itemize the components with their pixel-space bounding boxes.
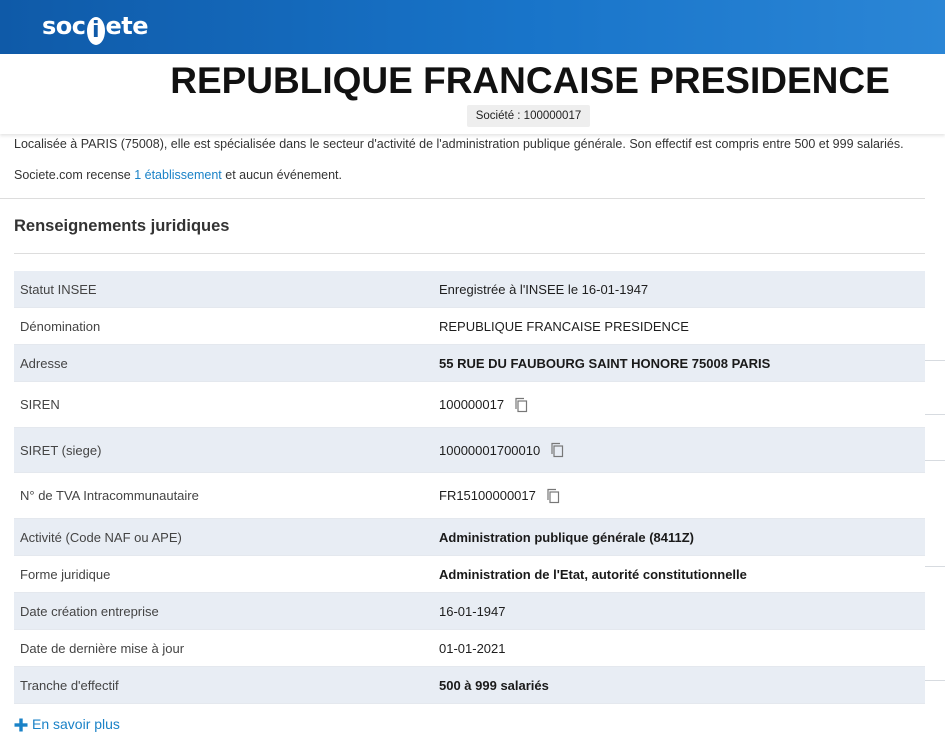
row-label: SIREN xyxy=(20,397,60,412)
edge-divider xyxy=(925,680,945,681)
row-label: Statut INSEE xyxy=(20,281,97,297)
table-row-date-mise-a-jour: Date de dernière mise à jour 01-01-2021 xyxy=(14,630,925,667)
row-label: N° de TVA Intracommunautaire xyxy=(20,488,199,503)
table-row-statut-insee: Statut INSEE Enregistrée à l'INSEE le 16… xyxy=(14,271,925,308)
company-name-title: REPUBLIQUE FRANCAISE PRESIDENCE xyxy=(170,60,890,101)
row-label: Date création entreprise xyxy=(20,603,159,619)
row-value: 55 RUE DU FAUBOURG SAINT HONORE 75008 PA… xyxy=(439,355,771,371)
siren-value: 100000017 xyxy=(439,397,505,412)
table-row-activite: Activité (Code NAF ou APE) Administratio… xyxy=(14,519,925,556)
edge-divider xyxy=(925,566,945,567)
legal-info-table: Statut INSEE Enregistrée à l'INSEE le 16… xyxy=(14,271,925,704)
top-header-bar: soc i ete xyxy=(0,0,945,54)
edge-divider xyxy=(925,460,945,461)
logo-text-part2: ete xyxy=(105,12,149,40)
copy-icon[interactable] xyxy=(550,442,564,458)
row-value: 500 à 999 salariés xyxy=(439,677,549,693)
siren-badge: Société : 100000017 xyxy=(467,105,590,127)
row-value: 01-01-2021 xyxy=(439,640,506,656)
copy-icon[interactable] xyxy=(514,397,528,413)
etablissement-link[interactable]: 1 établissement xyxy=(134,168,222,182)
section-title: Renseignements juridiques xyxy=(14,217,230,235)
row-value: Administration publique générale (8411Z) xyxy=(439,529,694,545)
table-row-siren: SIREN 100000017 xyxy=(14,382,925,428)
intro-summary-prefix: Societe.com recense xyxy=(14,168,135,182)
company-intro: Localisée à PARIS (75008), elle est spéc… xyxy=(14,137,934,182)
row-label: Activité (Code NAF ou APE) xyxy=(20,529,182,545)
en-savoir-plus-link[interactable]: En savoir plus xyxy=(14,715,120,732)
tva-value: FR15100000017 xyxy=(439,488,536,503)
table-row-tranche-effectif: Tranche d'effectif 500 à 999 salariés xyxy=(14,667,925,704)
row-value: 16-01-1947 xyxy=(439,603,506,619)
row-value: Administration de l'Etat, autorité const… xyxy=(439,566,747,582)
intro-description: Localisée à PARIS (75008), elle est spéc… xyxy=(14,137,904,151)
edge-divider xyxy=(925,360,945,361)
table-row-forme-juridique: Forme juridique Administration de l'Etat… xyxy=(14,556,925,593)
row-label: Dénomination xyxy=(20,318,101,334)
row-value-container: 10000001700010 xyxy=(439,442,564,458)
row-value: Enregistrée à l'INSEE le 16-01-1947 xyxy=(439,281,649,297)
row-label: Tranche d'effectif xyxy=(20,677,119,693)
row-value-container: 100000017 xyxy=(439,397,528,413)
logo-text-part1: soc xyxy=(42,12,86,40)
row-value: REPUBLIQUE FRANCAISE PRESIDENCE xyxy=(439,318,689,334)
siret-value: 10000001700010 xyxy=(439,442,541,458)
section-divider-bottom xyxy=(14,253,925,254)
table-row-siret: SIRET (siege) 10000001700010 xyxy=(14,428,925,473)
row-label: Forme juridique xyxy=(20,566,111,582)
table-row-tva: N° de TVA Intracommunautaire FR151000000… xyxy=(14,473,925,519)
section-divider-top xyxy=(0,198,925,199)
table-row-adresse: Adresse 55 RUE DU FAUBOURG SAINT HONORE … xyxy=(14,345,925,382)
societe-logo[interactable]: soc i ete xyxy=(42,12,149,45)
row-label: Adresse xyxy=(20,355,68,371)
copy-icon[interactable] xyxy=(546,488,560,504)
plus-icon xyxy=(14,718,28,732)
row-label: SIRET (siege) xyxy=(20,442,102,458)
row-label: Date de dernière mise à jour xyxy=(20,640,185,656)
intro-summary: Societe.com recense 1 établissement et a… xyxy=(14,168,342,182)
row-value-container: FR15100000017 xyxy=(439,488,560,504)
en-savoir-plus-label: En savoir plus xyxy=(32,715,120,732)
table-row-denomination: Dénomination REPUBLIQUE FRANCAISE PRESID… xyxy=(14,308,925,345)
logo-i-mark: i xyxy=(86,17,105,45)
intro-summary-suffix: et aucun événement. xyxy=(221,168,342,182)
table-row-date-creation: Date création entreprise 16-01-1947 xyxy=(14,593,925,630)
edge-divider xyxy=(925,414,945,415)
